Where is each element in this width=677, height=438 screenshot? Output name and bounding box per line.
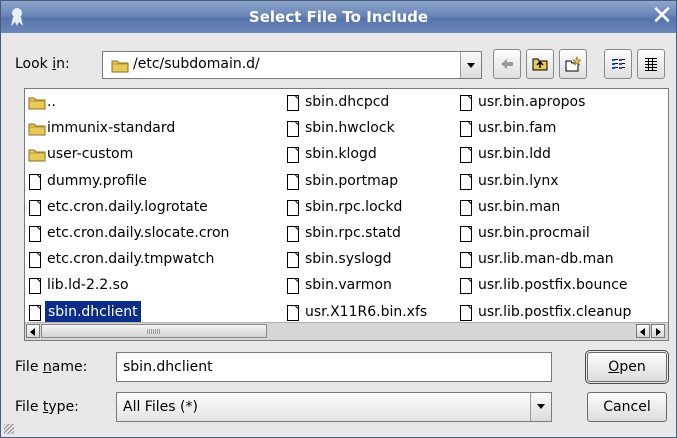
close-icon[interactable]: ✕ bbox=[648, 3, 676, 31]
file-dialog: Select File To Include ✕ Look in: /etc/s… bbox=[0, 0, 677, 438]
scrollbar-thumb[interactable] bbox=[41, 324, 267, 338]
list-view-button[interactable] bbox=[604, 49, 632, 79]
file-type-label: File type: bbox=[15, 399, 79, 415]
list-view-icon bbox=[612, 59, 625, 69]
file-icon bbox=[286, 173, 300, 197]
file-icon bbox=[459, 278, 473, 301]
horizontal-scrollbar[interactable] bbox=[25, 322, 668, 340]
file-name: sbin.portmap bbox=[305, 172, 399, 189]
file-name-value: sbin.dhclient bbox=[123, 359, 213, 375]
chevron-down-icon[interactable] bbox=[460, 52, 481, 78]
file-name-label: File name: bbox=[15, 359, 88, 375]
title-bar[interactable]: Select File To Include ✕ bbox=[1, 1, 676, 33]
file-icon bbox=[286, 226, 300, 249]
scroll-right-icon[interactable] bbox=[651, 324, 665, 338]
back-arrow-icon bbox=[501, 59, 513, 69]
file-name: etc.cron.daily.tmpwatch bbox=[47, 251, 215, 268]
scroll-left-icon[interactable] bbox=[636, 324, 650, 338]
scroll-left-icon[interactable] bbox=[26, 324, 40, 338]
file-name: sbin.varmon bbox=[305, 277, 392, 294]
file-name: usr.bin.lynx bbox=[478, 172, 559, 189]
file-name: usr.bin.apropos bbox=[478, 94, 586, 110]
file-name: sbin.rpc.statd bbox=[305, 225, 401, 241]
file-icon bbox=[28, 278, 42, 301]
folder-icon bbox=[28, 121, 46, 143]
resize-grip-icon[interactable] bbox=[4, 424, 14, 434]
up-folder-button[interactable] bbox=[526, 49, 554, 79]
file-icon bbox=[28, 173, 42, 197]
file-name: sbin.dhcpcd bbox=[305, 94, 390, 110]
file-list[interactable]: usr.lib.postfix.cleanup usr.lib.postfix.b… bbox=[24, 88, 669, 341]
detail-view-button[interactable] bbox=[637, 49, 665, 79]
file-name: usr.lib.man-db.man bbox=[478, 251, 614, 268]
file-name: etc.cron.daily.slocate.cron bbox=[47, 225, 230, 241]
file-type-select[interactable]: All Files (*) bbox=[116, 392, 552, 422]
chevron-down-icon[interactable] bbox=[530, 393, 551, 421]
file-name: usr.X11R6.bin.xfs bbox=[305, 303, 428, 320]
file-icon bbox=[459, 226, 473, 249]
detail-view-icon bbox=[645, 58, 657, 71]
file-icon bbox=[459, 95, 473, 118]
file-name: sbin.hwclock bbox=[305, 120, 395, 137]
folder-icon bbox=[28, 95, 46, 117]
file-name: usr.bin.ldd bbox=[478, 146, 551, 163]
file-name: etc.cron.daily.logrotate bbox=[47, 198, 208, 215]
dialog-title: Select File To Include bbox=[248, 8, 429, 26]
file-type-value: All Files (*) bbox=[123, 399, 198, 415]
look-in-path: /etc/subdomain.d/ bbox=[133, 56, 260, 72]
file-name: user-custom bbox=[47, 146, 134, 163]
file-icon bbox=[286, 278, 300, 301]
file-icon bbox=[459, 121, 473, 144]
back-button[interactable] bbox=[493, 49, 521, 79]
folder-up-icon bbox=[532, 58, 548, 71]
file-icon bbox=[286, 121, 300, 144]
file-name-input[interactable]: sbin.dhclient bbox=[116, 352, 552, 382]
file-name: usr.bin.fam bbox=[478, 120, 557, 137]
file-icon bbox=[459, 199, 473, 223]
new-folder-icon bbox=[565, 56, 581, 72]
file-name: lib.ld-2.2.so bbox=[47, 277, 129, 294]
file-name: usr.lib.postfix.bounce bbox=[478, 277, 628, 294]
file-name: sbin.dhclient bbox=[44, 299, 142, 324]
file-name: sbin.klogd bbox=[305, 146, 377, 163]
file-name: sbin.rpc.lockd bbox=[305, 198, 403, 215]
file-icon bbox=[28, 252, 42, 275]
file-name: usr.bin.procmail bbox=[478, 225, 590, 241]
folder-icon bbox=[111, 60, 129, 73]
file-name: usr.lib.postfix.cleanup bbox=[478, 303, 632, 320]
look-in-combo[interactable]: /etc/subdomain.d/ bbox=[102, 51, 482, 79]
file-name: immunix-standard bbox=[47, 120, 176, 137]
file-icon bbox=[286, 252, 300, 275]
file-icon bbox=[459, 252, 473, 275]
file-icon bbox=[459, 147, 473, 170]
file-icon bbox=[28, 199, 42, 223]
file-icon bbox=[459, 173, 473, 197]
file-icon bbox=[286, 147, 300, 170]
file-icon bbox=[28, 226, 42, 249]
file-name: dummy.profile bbox=[47, 172, 147, 189]
cancel-button[interactable]: Cancel bbox=[587, 392, 667, 422]
look-in-label: Look in: bbox=[15, 56, 70, 72]
open-button[interactable]: Open bbox=[585, 350, 669, 384]
folder-icon bbox=[28, 147, 46, 169]
new-folder-button[interactable] bbox=[559, 49, 587, 79]
file-icon bbox=[286, 95, 300, 118]
file-name: usr.bin.man bbox=[478, 198, 561, 215]
file-name: .. bbox=[47, 94, 56, 110]
file-icon bbox=[286, 199, 300, 223]
file-name: sbin.syslogd bbox=[305, 251, 392, 268]
